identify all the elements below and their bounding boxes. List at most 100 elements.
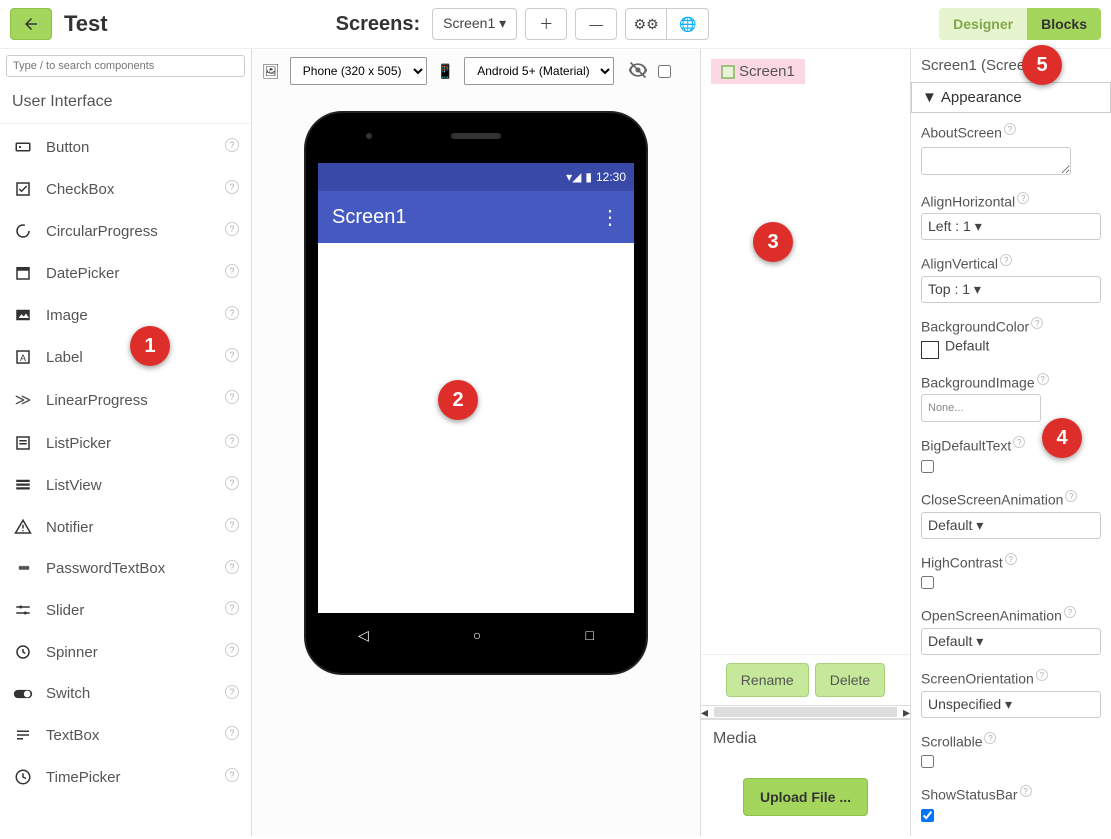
delete-button[interactable]: Delete [815,663,885,697]
help-icon[interactable]: ? [225,222,239,236]
closescreenanimation-select[interactable]: Default ▾ [921,512,1101,539]
wifi-icon: ▾◢ [566,170,581,184]
help-icon[interactable]: ? [225,306,239,320]
theme-select[interactable]: Android 5+ (Material) [464,57,614,85]
help-icon[interactable]: ? [225,434,239,448]
help-icon[interactable]: ? [1065,490,1077,502]
help-icon[interactable]: ? [225,138,239,152]
rename-button[interactable]: Rename [726,663,809,697]
dropdown-icon: ▾ [499,15,506,31]
show-hidden-checkbox[interactable] [658,65,671,78]
palette-item-image[interactable]: Image? [0,294,251,336]
help-icon[interactable]: ? [1031,317,1043,329]
checkbox-icon [12,180,34,198]
mode-toggle: Designer Blocks [939,8,1101,40]
bigdefaulttext-checkbox[interactable] [921,460,934,473]
palette-item-listpicker[interactable]: ListPicker? [0,422,251,464]
palette-item-spinner[interactable]: Spinner? [0,631,251,673]
palette-item-label: LinearProgress [46,392,148,409]
palette-item-timepicker[interactable]: TimePicker? [0,756,251,798]
alignhorizontal-select[interactable]: Left : 1 ▾ [921,213,1101,240]
prop-label-bgcolor: BackgroundColor [921,319,1029,335]
components-tree-panel: Screen1 Rename Delete ◂▸ Media Upload Fi… [701,49,911,836]
blocks-tab[interactable]: Blocks [1027,8,1101,40]
palette-category-header[interactable]: User Interface [0,83,251,121]
prop-label-aboutscreen: AboutScreen [921,125,1002,141]
visibility-off-icon[interactable] [628,60,648,83]
help-icon[interactable]: ? [1005,553,1017,565]
screen-canvas[interactable] [318,243,634,613]
palette-item-label: Switch [46,685,90,702]
palette-item-linearprogress[interactable]: ≫LinearProgress? [0,378,251,422]
palette-item-slider[interactable]: Slider? [0,589,251,631]
aboutscreen-input[interactable] [921,147,1071,175]
tree-root-item[interactable]: Screen1 [711,59,805,84]
viewport-size-select[interactable]: Phone (320 x 505) [290,57,427,85]
device-icon[interactable]: 📱 [437,63,454,80]
plus-icon: ＋ [539,14,553,34]
help-icon[interactable]: ? [225,726,239,740]
upload-file-button[interactable]: Upload File ... [743,778,868,816]
help-icon[interactable]: ? [1004,123,1016,135]
tree-hscroll[interactable]: ◂▸ [701,705,910,719]
openscreenanimation-select[interactable]: Default ▾ [921,628,1101,655]
help-icon[interactable]: ? [225,348,239,362]
help-icon[interactable]: ? [225,685,239,699]
wallpaper-icon[interactable]: 🖼 [262,63,280,80]
palette-panel: User Interface Button?CheckBox?CircularP… [0,49,252,836]
status-clock: 12:30 [596,170,626,184]
help-icon[interactable]: ? [984,732,996,744]
overflow-menu-icon[interactable]: ⋮ [600,205,620,230]
palette-item-datepicker[interactable]: DatePicker? [0,252,251,294]
project-title: Test [64,11,108,37]
designer-tab[interactable]: Designer [939,8,1027,40]
help-icon[interactable]: ? [1064,606,1076,618]
add-screen-button[interactable]: ＋ [525,8,567,40]
palette-item-passwordtextbox[interactable]: •••PasswordTextBox? [0,548,251,589]
screenorientation-select[interactable]: Unspecified ▾ [921,691,1101,718]
help-icon[interactable]: ? [1036,669,1048,681]
help-icon[interactable]: ? [225,264,239,278]
properties-section-header[interactable]: ▼ Appearance [911,82,1111,113]
help-icon[interactable]: ? [1013,436,1025,448]
listpicker-icon [12,434,34,452]
palette-item-label[interactable]: ALabel? [0,336,251,378]
help-icon[interactable]: ? [225,476,239,490]
phone-screen[interactable]: ▾◢ ▮ 12:30 Screen1 ⋮ [318,163,634,613]
help-icon[interactable]: ? [1037,373,1049,385]
android-status-bar: ▾◢ ▮ 12:30 [318,163,634,191]
back-button[interactable] [10,8,52,40]
palette-item-notifier[interactable]: Notifier? [0,506,251,548]
alignvertical-select[interactable]: Top : 1 ▾ [921,276,1101,303]
bgcolor-swatch[interactable] [921,341,939,359]
highcontrast-checkbox[interactable] [921,576,934,589]
remove-screen-button[interactable]: — [575,8,617,40]
help-icon[interactable]: ? [225,643,239,657]
help-icon[interactable]: ? [225,768,239,782]
palette-item-label: Image [46,307,88,324]
help-icon[interactable]: ? [1020,785,1032,797]
palette-item-label: Spinner [46,644,98,661]
palette-item-listview[interactable]: ListView? [0,464,251,506]
palette-item-switch[interactable]: Switch? [0,673,251,714]
palette-item-circularprogress[interactable]: CircularProgress? [0,210,251,252]
component-search-input[interactable] [6,55,245,77]
showstatusbar-checkbox[interactable] [921,809,934,822]
help-icon[interactable]: ? [225,601,239,615]
scrollable-checkbox[interactable] [921,755,934,768]
nav-back-icon: ◁ [358,627,369,644]
palette-item-label: PasswordTextBox [46,560,165,577]
settings-button[interactable]: ⚙⚙ [625,8,667,40]
help-icon[interactable]: ? [225,518,239,532]
palette-item-checkbox[interactable]: CheckBox? [0,168,251,210]
help-icon[interactable]: ? [1000,254,1012,266]
current-screen-select[interactable]: Screen1 ▾ [432,8,517,40]
publish-button[interactable]: 🌐 [667,8,709,40]
help-icon[interactable]: ? [225,180,239,194]
help-icon[interactable]: ? [225,390,239,404]
palette-item-textbox[interactable]: TextBox? [0,714,251,756]
palette-item-button[interactable]: Button? [0,126,251,168]
help-icon[interactable]: ? [1017,192,1029,204]
bgimage-input[interactable] [921,394,1041,422]
help-icon[interactable]: ? [225,560,239,574]
